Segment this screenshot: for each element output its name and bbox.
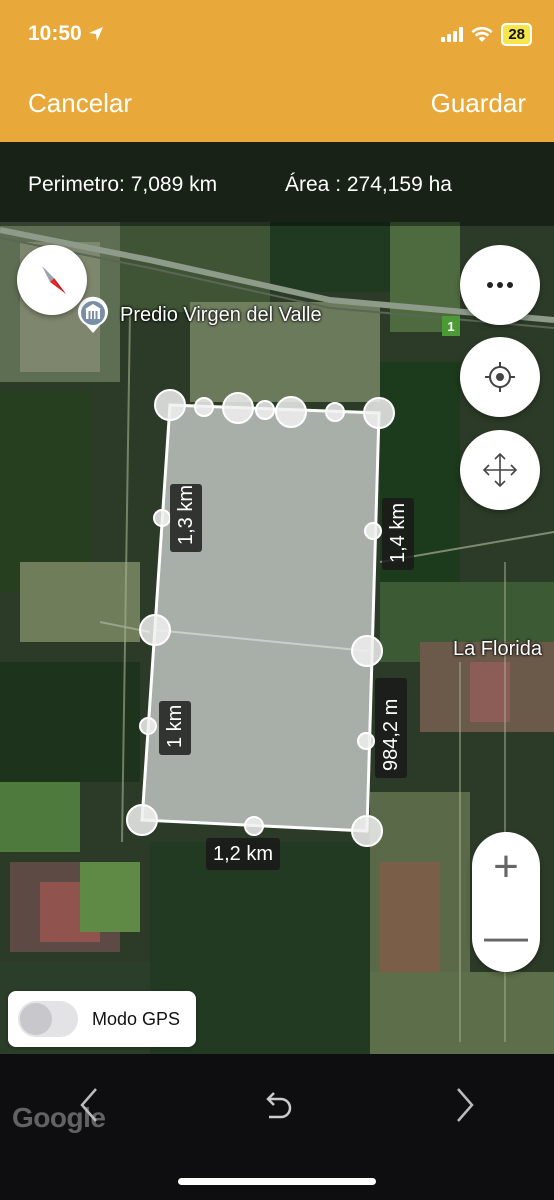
area-text: Área : 274,159 ha — [285, 173, 452, 196]
metrics-bar: Perimetro: 7,089 km Área : 274,159 ha — [0, 142, 554, 226]
town-label: La Florida — [453, 638, 542, 660]
road-number-badge: 1 — [442, 316, 460, 336]
save-button[interactable]: Guardar — [431, 88, 526, 119]
previous-button[interactable] — [64, 1080, 114, 1130]
segment-label-right-top: 1,4 km — [382, 498, 414, 570]
perimeter-text: Perimetro: 7,089 km — [28, 173, 218, 196]
segment-label-right-bottom: 984,2 m — [375, 678, 407, 778]
chevron-left-icon — [80, 1088, 97, 1122]
landmark-pin-icon — [78, 296, 108, 333]
next-button[interactable] — [440, 1080, 490, 1130]
segment-label-left-top: 1,3 km — [170, 484, 202, 552]
gps-mode-card: Modo GPS — [8, 991, 196, 1047]
chevron-right-icon — [457, 1088, 474, 1122]
locate-button[interactable] — [460, 337, 540, 417]
home-indicator[interactable] — [178, 1178, 376, 1185]
move-shape-button[interactable] — [460, 430, 540, 510]
switch-knob — [20, 1003, 52, 1035]
more-options-button[interactable] — [460, 245, 540, 325]
gps-mode-label: Modo GPS — [92, 1008, 181, 1029]
location-arrow-icon — [88, 27, 103, 41]
place-marker[interactable]: Predio Virgen del Valle — [76, 296, 322, 334]
status-bar: 10:50 28 — [0, 0, 554, 70]
undo-icon — [266, 1092, 292, 1119]
status-indicators: 28 — [441, 23, 532, 46]
zoom-control: + — — [472, 832, 540, 972]
segment-label-left-bottom: 1 km — [159, 701, 191, 755]
place-name: Predio Virgen del Valle — [120, 303, 322, 326]
zoom-in-button[interactable]: + — [472, 832, 540, 902]
segment-label-bottom: 1,2 km — [206, 838, 281, 870]
zoom-out-button[interactable]: — — [472, 902, 540, 972]
header-bar: 10:50 28 Cancelar Guardar — [0, 0, 554, 142]
cellular-signal-icon — [441, 27, 464, 42]
compass-icon — [42, 266, 66, 294]
cancel-button[interactable]: Cancelar — [28, 88, 132, 119]
status-time: 10:50 — [28, 22, 104, 46]
locate-icon — [485, 362, 515, 392]
move-icon — [482, 452, 518, 488]
compass-button[interactable] — [17, 245, 87, 315]
clock-text: 10:50 — [28, 22, 82, 45]
drawn-polygon — [140, 403, 381, 833]
undo-button[interactable] — [252, 1080, 302, 1130]
more-options-icon — [487, 282, 513, 288]
wifi-icon — [471, 26, 493, 42]
gps-mode-switch[interactable] — [18, 1001, 78, 1037]
battery-indicator: 28 — [501, 23, 532, 46]
bottom-toolbar: Google — [0, 1054, 554, 1200]
